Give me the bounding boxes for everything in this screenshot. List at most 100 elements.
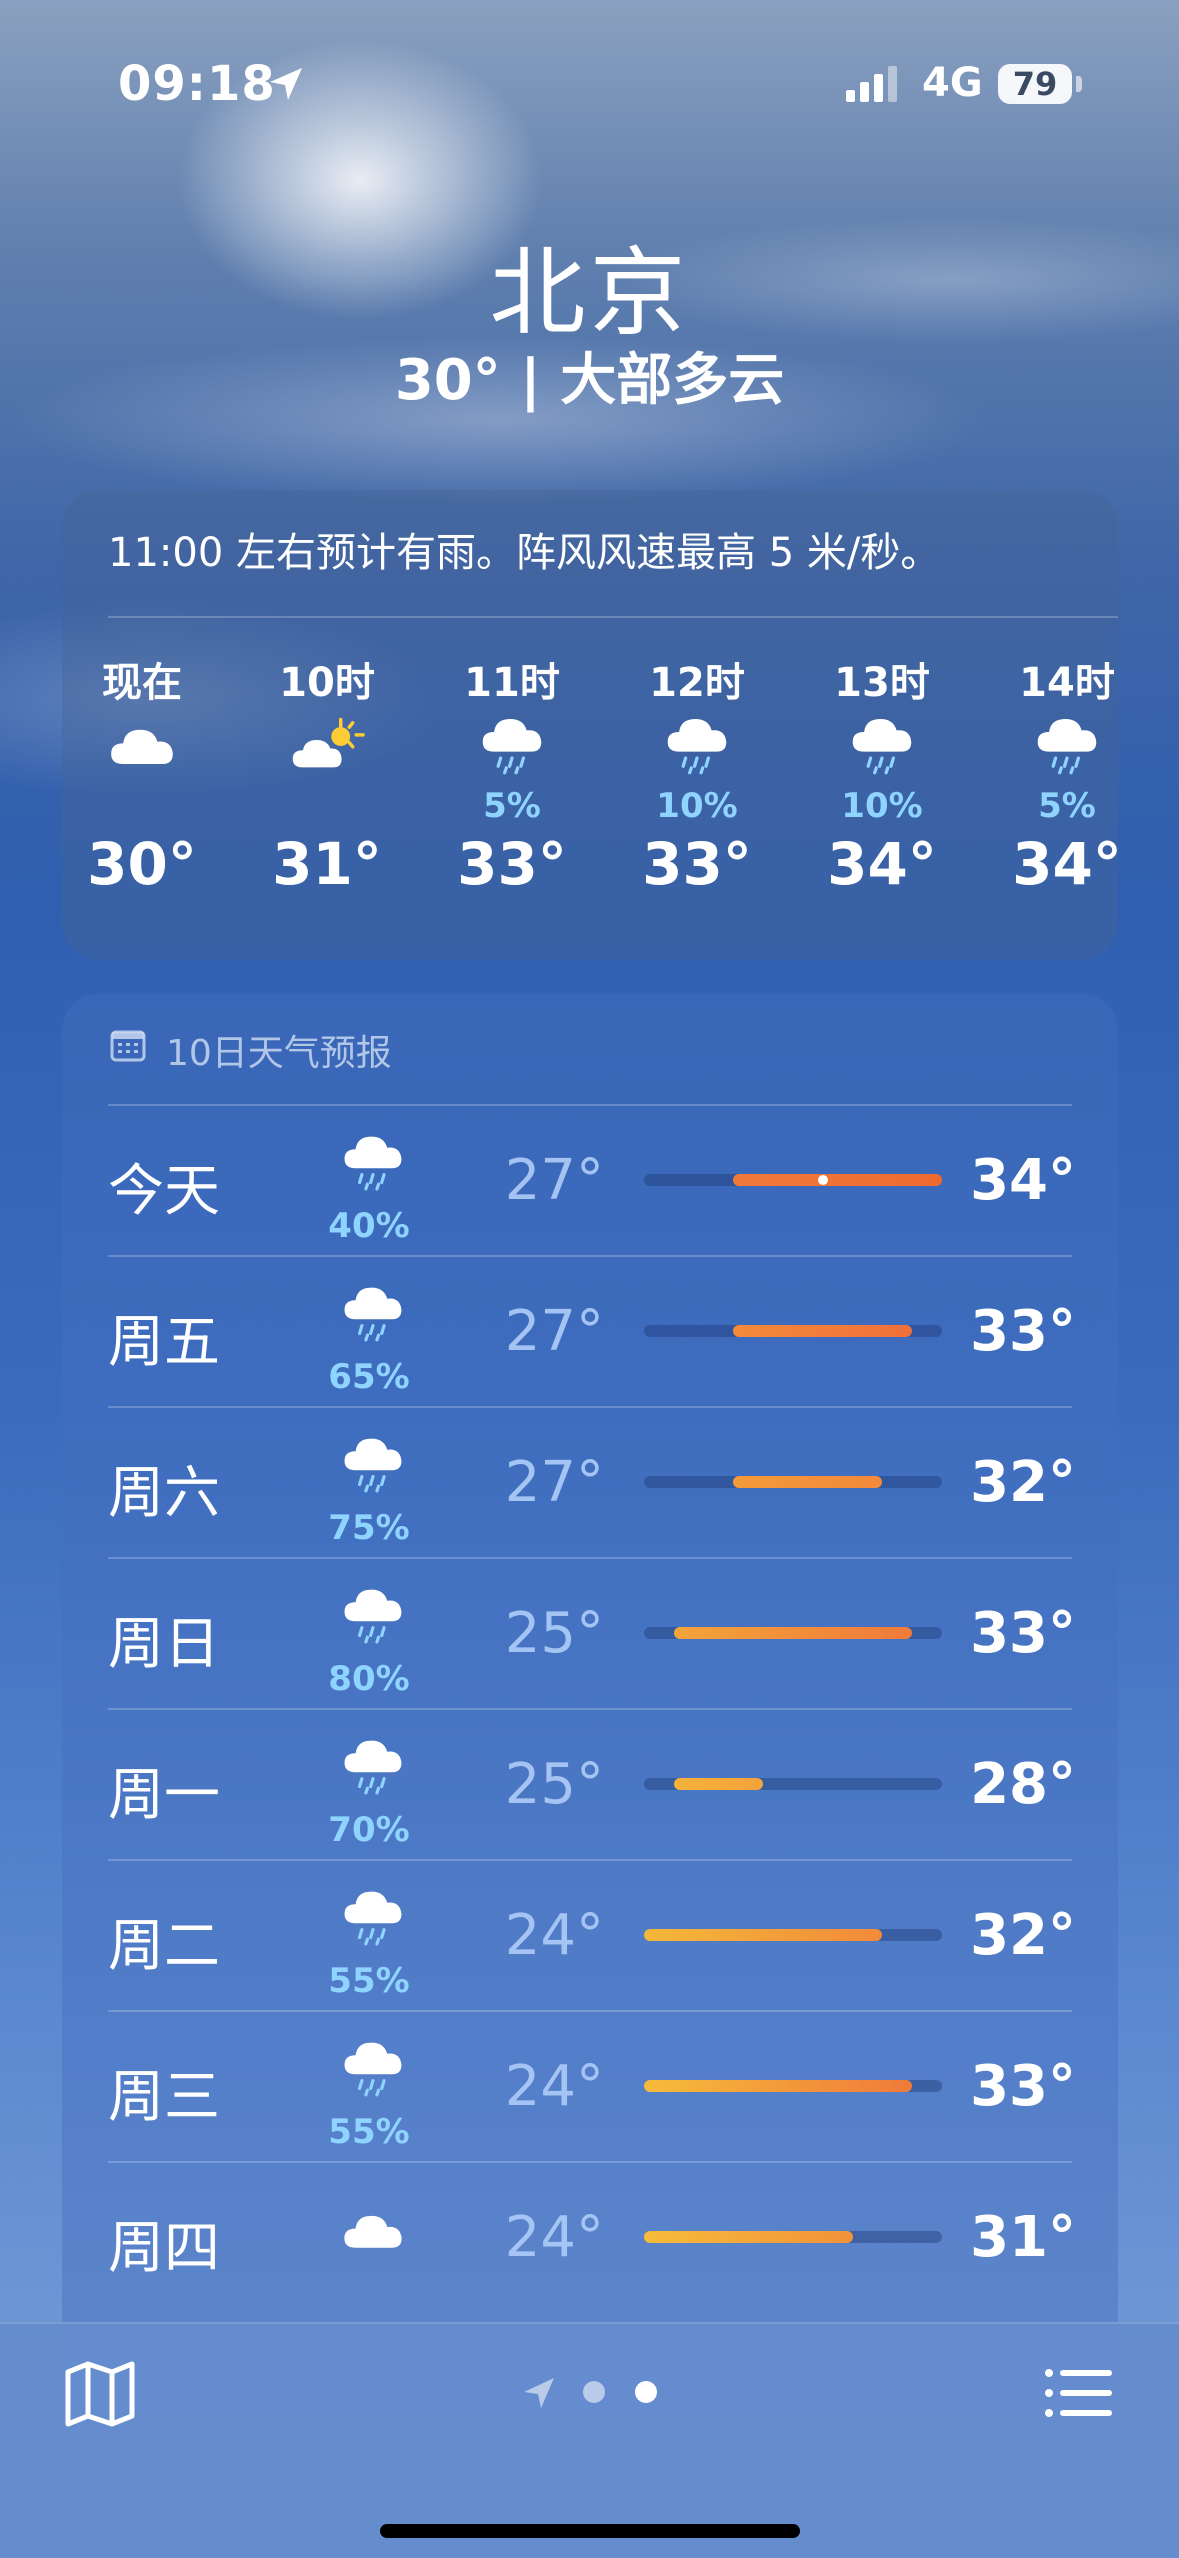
precip-chance: 5% xyxy=(483,786,541,826)
precip-chance: 55% xyxy=(328,1961,410,2001)
rain-icon xyxy=(318,1124,418,1204)
day-name: 今天 xyxy=(108,1159,220,1224)
rain-icon xyxy=(318,1577,418,1657)
day-name: 周二 xyxy=(108,1914,220,1979)
precip-chance: 55% xyxy=(328,2112,410,2152)
low-temp: 25° xyxy=(504,1601,604,1666)
city-list-button[interactable] xyxy=(1044,2368,1114,2422)
high-temp: 33° xyxy=(970,2054,1076,2119)
precip-chance: 80% xyxy=(328,1659,410,1699)
rain-icon xyxy=(318,1275,418,1355)
rain-icon xyxy=(617,706,777,786)
rain-icon xyxy=(318,1728,418,1808)
hourly-forecast-card[interactable]: 11:00 左右预计有雨。阵风风速最高 5 米/秒。 现在 30° 10时 31° 11… xyxy=(62,490,1118,960)
battery-level: 79 xyxy=(998,64,1072,104)
forecast-summary: 11:00 左右预计有雨。阵风风速最高 5 米/秒。 xyxy=(108,530,941,576)
hour-label: 12时 xyxy=(649,660,745,706)
low-temp: 27° xyxy=(504,1450,604,1515)
temp-range-fill xyxy=(644,1929,883,1941)
ten-day-title: 10日天气预报 xyxy=(166,1033,392,1074)
page-dot xyxy=(583,2381,605,2403)
daily-row[interactable]: 周日 80% 25° 33° xyxy=(108,1557,1076,1709)
hourly-item: 13时 10% 34° xyxy=(802,650,962,898)
hour-temp: 34° xyxy=(827,830,937,898)
status-time: 09:18 xyxy=(118,56,276,112)
low-temp: 24° xyxy=(504,1903,604,1968)
temp-range-bar xyxy=(644,1174,942,1186)
temp-range-fill xyxy=(733,1325,913,1337)
current-condition: 30° | 大部多云 xyxy=(394,348,785,413)
temp-range-bar xyxy=(644,1476,942,1488)
hourly-item: 14时 5% 34° xyxy=(987,650,1118,898)
signal-icon xyxy=(846,64,906,108)
precip-chance xyxy=(62,786,222,830)
hourly-item: 12时 10% 33° xyxy=(617,650,777,898)
high-temp: 34° xyxy=(970,1148,1076,1213)
temp-range-fill xyxy=(733,1476,883,1488)
cloud-icon xyxy=(62,706,222,786)
hourly-item: 11时 5% 33° xyxy=(432,650,592,898)
hour-label: 10时 xyxy=(279,660,375,706)
hour-label: 现在 xyxy=(102,660,182,706)
page-indicator[interactable] xyxy=(520,2372,660,2416)
hour-temp: 30° xyxy=(87,830,197,898)
ten-day-forecast-card[interactable]: 10日天气预报 今天 40% 27° 34° 周五 65% 27° 33° 周六 75% 27° 32… xyxy=(62,994,1118,2414)
precip-chance: 40% xyxy=(328,1206,410,1246)
high-temp: 32° xyxy=(970,1903,1076,1968)
daily-row[interactable]: 周六 75% 27° 32° xyxy=(108,1406,1076,1558)
map-button[interactable] xyxy=(64,2360,136,2432)
status-bar: 09:18 4G 79 xyxy=(0,0,1179,170)
low-temp: 25° xyxy=(504,1752,604,1817)
precip-chance xyxy=(247,786,407,830)
temp-range-bar xyxy=(644,1778,942,1790)
rain-icon xyxy=(802,706,962,786)
hour-label: 11时 xyxy=(464,660,560,706)
divider xyxy=(108,616,1118,618)
city-name: 北京 xyxy=(489,237,690,349)
location-arrow-icon xyxy=(266,64,306,108)
home-indicator[interactable] xyxy=(380,2524,800,2538)
rain-icon xyxy=(432,706,592,786)
day-name: 周一 xyxy=(108,1763,220,1828)
temp-range-bar xyxy=(644,1929,942,1941)
high-temp: 33° xyxy=(970,1299,1076,1364)
rain-icon xyxy=(318,1879,418,1959)
current-location-page-icon xyxy=(524,2378,554,2408)
daily-row[interactable]: 周一 70% 25° 28° xyxy=(108,1708,1076,1860)
low-temp: 27° xyxy=(504,1299,604,1364)
temp-range-bar xyxy=(644,2231,942,2243)
temp-range-fill xyxy=(733,1174,942,1186)
precip-chance: 65% xyxy=(328,1357,410,1397)
high-temp: 31° xyxy=(970,2205,1076,2270)
precip-chance: 70% xyxy=(328,1810,410,1850)
daily-row[interactable]: 周四 24° 31° xyxy=(108,2161,1076,2313)
precip-chance: 5% xyxy=(1038,786,1096,826)
temp-range-fill xyxy=(644,2231,853,2243)
temp-range-fill xyxy=(673,1627,913,1639)
rain-icon xyxy=(318,1426,418,1506)
day-name: 周五 xyxy=(108,1310,220,1375)
daily-row[interactable]: 周二 55% 24° 32° xyxy=(108,1859,1076,2011)
rain-icon xyxy=(987,706,1118,786)
hourly-item: 10时 31° xyxy=(247,650,407,898)
hour-label: 13时 xyxy=(834,660,930,706)
temp-range-bar xyxy=(644,1325,942,1337)
rain-icon xyxy=(318,2030,418,2110)
low-temp: 27° xyxy=(504,1148,604,1213)
daily-row[interactable]: 今天 40% 27° 34° xyxy=(108,1104,1076,1256)
precip-chance: 75% xyxy=(328,1508,410,1548)
current-temp-dot xyxy=(817,1175,828,1185)
precip-chance: 10% xyxy=(656,786,738,826)
hourly-item: 现在 30° xyxy=(62,650,222,898)
cloud-icon xyxy=(318,2181,418,2261)
day-name: 周日 xyxy=(108,1612,220,1677)
high-temp: 33° xyxy=(970,1601,1076,1666)
network-label: 4G xyxy=(922,60,983,106)
daily-row[interactable]: 周三 55% 24° 33° xyxy=(108,2010,1076,2162)
low-temp: 24° xyxy=(504,2205,604,2270)
temp-range-fill xyxy=(644,2080,913,2092)
day-name: 周六 xyxy=(108,1461,220,1526)
high-temp: 32° xyxy=(970,1450,1076,1515)
daily-row[interactable]: 周五 65% 27° 33° xyxy=(108,1255,1076,1407)
day-name: 周三 xyxy=(108,2065,220,2130)
